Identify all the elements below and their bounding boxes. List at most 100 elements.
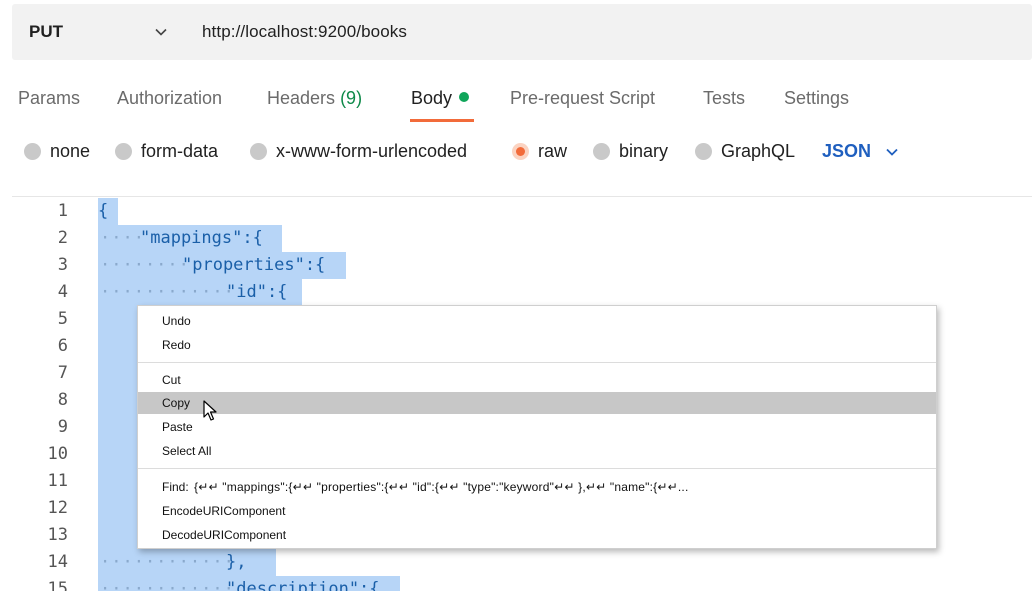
line-number: 14: [47, 552, 68, 572]
tab-headers[interactable]: Headers (9): [267, 88, 362, 109]
line-number: 15: [47, 579, 68, 591]
active-tab-underline: [410, 119, 474, 122]
indent-guide: ····: [100, 228, 145, 248]
indent-guide: ············: [100, 552, 235, 572]
code-line: 4 ············ "id":{: [12, 279, 1032, 306]
radio-graphql[interactable]: GraphQL: [695, 141, 795, 162]
tab-body[interactable]: Body: [411, 88, 470, 109]
radio-checked-icon: [512, 143, 529, 160]
tab-label: Authorization: [117, 88, 223, 108]
headers-count: (9): [340, 88, 363, 108]
radio-x-www-form-urlencoded[interactable]: x-www-form-urlencoded: [250, 141, 467, 162]
radio-circle-icon: [593, 143, 610, 160]
selection-highlight: [98, 306, 138, 333]
selection-highlight: [98, 387, 138, 414]
tab-label: Headers: [267, 88, 336, 108]
line-number: 11: [47, 471, 68, 491]
tab-params[interactable]: Params: [18, 88, 80, 109]
find-query: {↵↵ "mappings":{↵↵ "properties":{↵↵ "id"…: [194, 480, 689, 494]
tab-tests[interactable]: Tests: [703, 88, 745, 109]
menu-item-redo[interactable]: Redo: [138, 334, 936, 356]
radio-label: form-data: [141, 141, 219, 161]
indent-guide: ········: [100, 255, 190, 275]
menu-item-select-all[interactable]: Select All: [138, 440, 936, 462]
menu-item-cut[interactable]: Cut: [138, 369, 936, 391]
chevron-down-icon: [886, 148, 898, 156]
indent-guide: ············: [100, 579, 235, 591]
menu-item-encode-uri-component[interactable]: EncodeURIComponent: [138, 500, 936, 522]
tab-label: Body: [411, 88, 453, 108]
selection-highlight: [98, 360, 138, 387]
line-number: 3: [57, 255, 68, 275]
selection-highlight: [98, 441, 138, 468]
tab-label: Params: [18, 88, 81, 108]
code-line: 3 ········ "properties":{: [12, 252, 1032, 279]
menu-item-decode-uri-component[interactable]: DecodeURIComponent: [138, 524, 936, 546]
radio-label: binary: [619, 141, 669, 161]
menu-item-copy[interactable]: Copy: [138, 392, 936, 414]
radio-circle-icon: [115, 143, 132, 160]
line-code: "properties":{: [182, 255, 326, 275]
line-code: "description":{: [226, 579, 380, 591]
tab-label: Pre-request Script: [510, 88, 656, 108]
code-line: 14 ············ },: [12, 549, 1032, 576]
indent-guide: ············: [100, 282, 235, 302]
language-label: JSON: [822, 141, 872, 161]
code-line: 1 {: [12, 198, 1032, 225]
line-number: 9: [57, 417, 68, 437]
line-number: 10: [47, 444, 68, 464]
radio-none[interactable]: none: [24, 141, 90, 162]
line-number: 1: [57, 201, 68, 221]
tab-authorization[interactable]: Authorization: [117, 88, 222, 109]
chevron-down-icon: [155, 28, 167, 36]
line-number: 6: [57, 336, 68, 356]
radio-label: raw: [538, 141, 568, 161]
selection-highlight: [98, 495, 138, 522]
radio-raw[interactable]: raw: [512, 141, 567, 162]
line-code: },: [226, 552, 247, 572]
radio-form-data[interactable]: form-data: [115, 141, 218, 162]
line-code: "mappings":{: [140, 228, 263, 248]
body-active-dot-icon: [459, 92, 470, 102]
context-menu: Undo Redo Cut Copy Paste Select All Find…: [137, 305, 937, 549]
line-code: "id":{: [226, 282, 288, 302]
line-number: 7: [57, 363, 68, 383]
tab-label: Settings: [784, 88, 850, 108]
radio-circle-icon: [24, 143, 41, 160]
menu-separator: [138, 468, 936, 469]
selection-highlight: [98, 414, 138, 441]
selection-highlight: [98, 333, 138, 360]
menu-item-paste[interactable]: Paste: [138, 416, 936, 438]
line-number: 2: [57, 228, 68, 248]
selection-highlight: [98, 468, 138, 495]
line-number: 5: [57, 309, 68, 329]
radio-circle-icon: [250, 143, 267, 160]
url-input[interactable]: http://localhost:9200/books: [202, 4, 1002, 60]
radio-label: x-www-form-urlencoded: [276, 141, 468, 161]
radio-binary[interactable]: binary: [593, 141, 668, 162]
line-code: {: [98, 201, 109, 221]
code-line: 2 ···· "mappings":{: [12, 225, 1032, 252]
menu-item-undo[interactable]: Undo: [138, 310, 936, 332]
menu-separator: [138, 362, 936, 363]
method-select[interactable]: PUT: [12, 4, 192, 60]
language-select[interactable]: JSON: [822, 141, 899, 162]
radio-label: none: [50, 141, 91, 161]
line-number: 12: [47, 498, 68, 518]
find-label: Find:: [162, 480, 189, 494]
menu-item-find[interactable]: Find: {↵↵ "mappings":{↵↵ "properties":{↵…: [138, 476, 936, 498]
request-tabs: Params Authorization Headers (9) Body Pr…: [0, 74, 1032, 122]
method-label: PUT: [29, 22, 63, 41]
tab-label: Tests: [703, 88, 746, 108]
body-type-options: none form-data x-www-form-urlencoded raw…: [0, 132, 1032, 172]
tab-pre-request-script[interactable]: Pre-request Script: [510, 88, 655, 109]
line-number: 13: [47, 525, 68, 545]
radio-circle-icon: [695, 143, 712, 160]
request-bar: PUT http://localhost:9200/books: [12, 4, 1032, 60]
line-number: 4: [57, 282, 68, 302]
selection-highlight: [98, 522, 138, 549]
line-number: 8: [57, 390, 68, 410]
code-line: 15 ············ "description":{: [12, 576, 1032, 591]
radio-label: GraphQL: [721, 141, 796, 161]
tab-settings[interactable]: Settings: [784, 88, 849, 109]
